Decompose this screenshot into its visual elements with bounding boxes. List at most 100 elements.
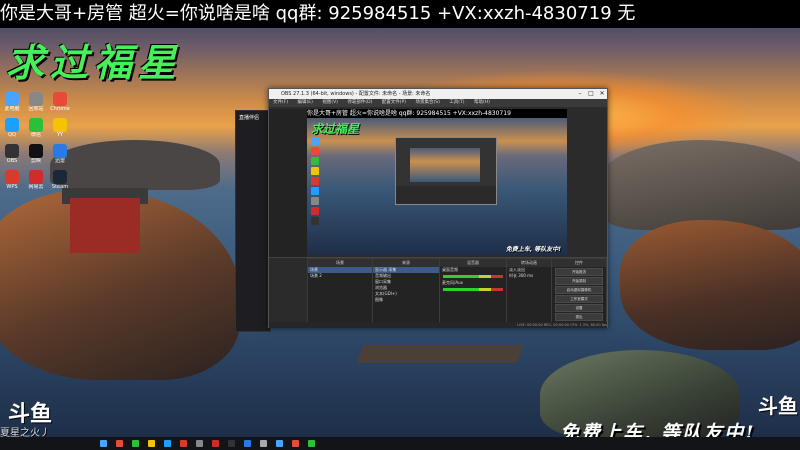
app-icon [29,118,43,132]
desktop-icon[interactable]: 微信 [26,118,46,140]
desktop-icons: 此电脑 回收站 Chrome QQ 微信 YY OBS 剪映 迅雷 WPS 网易云 Steam [2,92,74,402]
app-icon [53,92,67,106]
transitions-header: 转场动画 [507,259,551,267]
scene-item[interactable]: 场景 2 [308,273,372,279]
desktop-icon[interactable]: 网易云 [26,170,46,192]
desktop-icon[interactable]: 迅雷 [50,144,70,166]
obs-preview[interactable]: 你是大哥+房管 超火=你说啥是啥 qq群: 925984515 +VX:xxzh… [307,109,567,255]
close-button[interactable]: ✕ [597,89,607,99]
overlay-title: 求过福星 [6,40,183,85]
taskbar-app-icon[interactable] [100,440,107,447]
menu-view[interactable]: 视图(V) [322,100,338,105]
preview-nested-obs [395,137,497,205]
desktop-icon[interactable]: OBS [2,144,22,166]
exit-button[interactable]: 退出 [555,313,603,321]
scenes-header: 场景 [308,259,372,267]
taskbar-app-icon[interactable] [148,440,155,447]
obs-window[interactable]: OBS 27.1.3 (64-bit, windows) - 配置文件: 未命名… [268,88,608,328]
source-item[interactable]: 图像 [373,297,439,303]
wallpaper-rock [620,220,800,350]
scenes-dock[interactable]: 场景 场景 场景 2 [307,258,373,324]
taskbar-app-icon[interactable] [180,440,187,447]
live-companion-app[interactable]: 直播伴侣 [235,110,271,332]
desktop-icon[interactable]: 回收站 [26,92,46,114]
menu-file[interactable]: 文件(F) [273,100,288,105]
desktop-icon-label: 回收站 [28,106,44,112]
desktop-icon[interactable]: WPS [2,170,22,192]
platform-logo-right: 斗鱼 [758,394,798,418]
app-icon [53,118,67,132]
app-icon [53,170,67,184]
sources-dock[interactable]: 来源 显示器 采集 音频输出 窗口采集 浏览器 文本(GDI+) 图像 [372,258,440,324]
desktop-icon-label: 网易云 [28,184,44,190]
stream-banner: 你是大哥+房管 超火=你说啥是啥 qq群: 925984515 +VX:xxzh… [0,0,800,28]
settings-button[interactable]: 设置 [555,304,603,312]
desktop-icon-label: 剪映 [30,158,41,164]
preview-desktop-icons [309,135,329,245]
app-icon [5,144,19,158]
studio-mode-button[interactable]: 工作室模式 [555,295,603,303]
taskbar-app-icon[interactable] [196,440,203,447]
taskbar-app-icon[interactable] [244,440,251,447]
desktop-icon-label: Chrome [50,106,70,112]
taskbar-app-icon[interactable] [132,440,139,447]
app-icon [29,92,43,106]
taskbar-app-icon[interactable] [308,440,315,447]
desktop-icon[interactable]: Steam [50,170,70,192]
transition-duration[interactable]: 时长 300 ms [507,273,551,279]
desktop-icon[interactable]: 剪映 [26,144,46,166]
desktop-icon[interactable]: Chrome [50,92,70,114]
app-icon [53,144,67,158]
taskbar-app-icon[interactable] [292,440,299,447]
taskbar-app-icon[interactable] [164,440,171,447]
preview-nested-docks [396,186,496,204]
volume-meter[interactable] [443,288,503,291]
mixer-header: 混音器 [440,259,506,267]
obs-menu-bar: 文件(F) 编辑(E) 视图(V) 停靠部件(D) 配置文件(P) 场景集合(S… [269,99,607,107]
desktop-icon-label: 此电脑 [4,106,20,112]
menu-help[interactable]: 帮助(H) [474,100,490,105]
mixer-channel-label: 麦克风/Aux [442,280,463,285]
desktop-icon-label: 微信 [30,132,41,138]
menu-docks[interactable]: 停靠部件(D) [347,100,372,105]
desktop-icon[interactable]: YY [50,118,70,140]
mixer-channel-label: 桌面音频 [442,267,458,272]
app-icon [5,92,19,106]
start-streaming-button[interactable]: 开始推流 [555,268,603,276]
start-recording-button[interactable]: 开始录制 [555,277,603,285]
menu-profile[interactable]: 配置文件(P) [382,100,406,105]
live-companion-label: 直播伴侣 [239,115,260,121]
transitions-dock[interactable]: 转场动画 淡入淡出 时长 300 ms [506,258,552,324]
controls-dock: 控件 开始推流 开始录制 启动虚拟摄像机 工作室模式 设置 退出 [551,258,607,324]
taskbar-app-icon[interactable] [116,440,123,447]
taskbar-app-icon[interactable] [212,440,219,447]
menu-scene-collection[interactable]: 场景集合(S) [415,100,439,105]
desktop-icon-label: OBS [6,158,18,164]
virtual-camera-button[interactable]: 启动虚拟摄像机 [555,286,603,294]
preview-footer: 免费上车, 等队友中! [505,246,561,253]
taskbar-app-icon[interactable] [228,440,235,447]
desktop-icon[interactable]: 此电脑 [2,92,22,114]
menu-edit[interactable]: 编辑(E) [298,100,313,105]
app-icon [5,170,19,184]
minimize-button[interactable]: – [575,89,585,99]
controls-header: 控件 [552,259,606,267]
app-icon [29,144,43,158]
maximize-button[interactable]: □ [586,89,596,99]
obs-title-text: OBS 27.1.3 (64-bit, windows) - 配置文件: 未命名… [281,91,431,97]
obs-status-bar: LIVE: 00:00:00 REC: 00:00:00 CPU: 1.3%, … [269,322,607,328]
obs-title-bar[interactable]: OBS 27.1.3 (64-bit, windows) - 配置文件: 未命名… [269,89,607,99]
taskbar-app-icon[interactable] [276,440,283,447]
taskbar-app-icon[interactable] [260,440,267,447]
wallpaper-rock [600,140,800,230]
desktop-icon-label: QQ [8,132,16,138]
desktop-icon[interactable]: QQ [2,118,22,140]
desktop-icon-label: WPS [6,184,18,190]
volume-meter[interactable] [443,275,503,278]
stream-banner-text: 你是大哥+房管 超火=你说啥是啥 qq群: 925984515 +VX:xxzh… [0,3,636,24]
app-icon [5,118,19,132]
sources-header: 来源 [373,259,439,267]
menu-tools[interactable]: 工具(T) [449,100,464,105]
mixer-dock[interactable]: 混音器 桌面音频 麦克风/Aux [439,258,507,324]
wallpaper-rock [50,140,220,190]
